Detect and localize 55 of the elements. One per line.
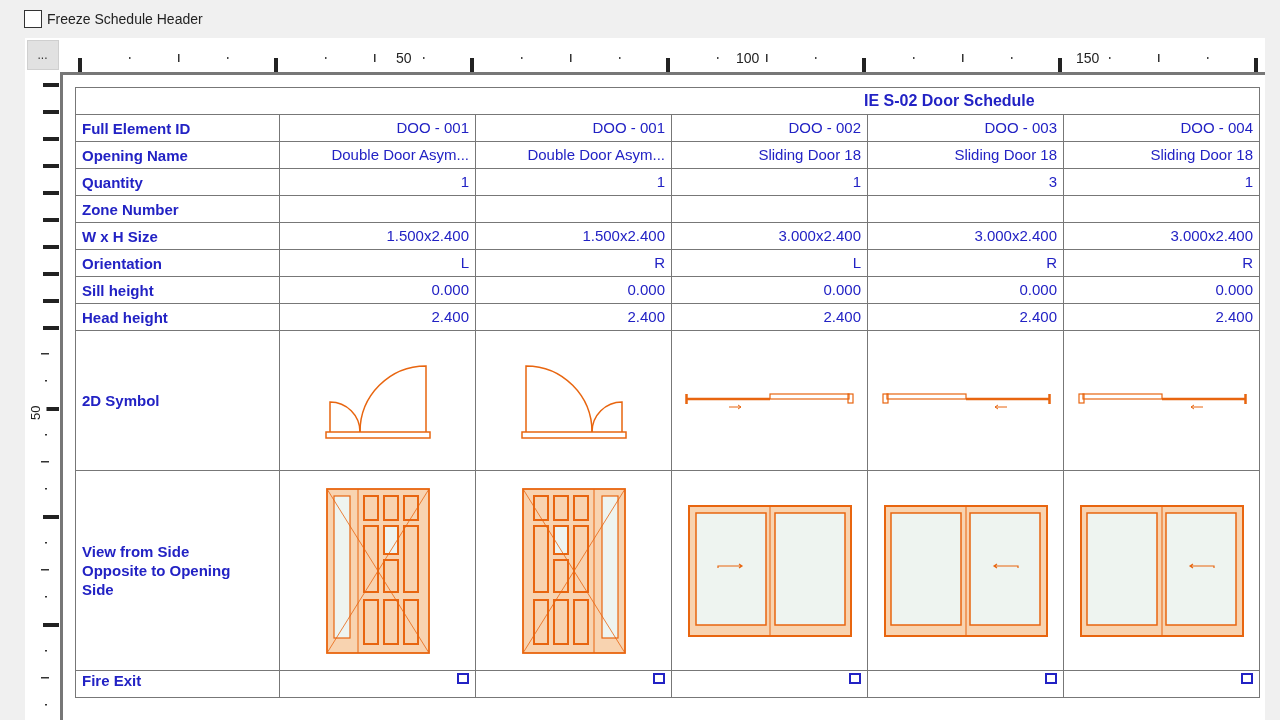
row-label: Orientation (75, 249, 280, 277)
table-cell: 2.400 (1063, 303, 1260, 331)
table-cell: 1 (279, 168, 476, 196)
table-cell: Double Door Asym... (475, 141, 672, 169)
row-label: View from Side Opposite to Opening Side (75, 470, 280, 671)
row-label: Sill height (75, 276, 280, 304)
checkbox-label: Freeze Schedule Header (47, 9, 203, 29)
row-label: Opening Name (75, 141, 280, 169)
row-label: Full Element ID (75, 114, 280, 142)
checkbox[interactable] (24, 10, 42, 28)
table-cell: 0.000 (671, 276, 868, 304)
table-cell: 0.000 (279, 276, 476, 304)
ruler-options-button[interactable]: ... (26, 40, 59, 70)
table-cell: L (279, 249, 476, 277)
table-cell: R (1063, 249, 1260, 277)
table-cell: 2.400 (279, 303, 476, 331)
table-cell: 1 (475, 168, 672, 196)
table-cell: 1.500x2.400 (279, 222, 476, 250)
checkbox[interactable] (457, 673, 469, 684)
table-cell: 1.500x2.400 (475, 222, 672, 250)
table-cell: DOO - 003 (867, 114, 1064, 142)
table-cell: 1 (1063, 168, 1260, 196)
table-cell: Double Door Asym... (279, 141, 476, 169)
row-label: Head height (75, 303, 280, 331)
row-label: 2D Symbol (75, 330, 280, 471)
row-label: Zone Number (75, 195, 280, 223)
checkbox[interactable] (653, 673, 665, 684)
row-label: Fire Exit (75, 670, 280, 698)
table-cell: 3 (867, 168, 1064, 196)
table-cell: 0.000 (475, 276, 672, 304)
table-cell: DOO - 004 (1063, 114, 1260, 142)
row-label: Quantity (75, 168, 280, 196)
checkbox[interactable] (1045, 673, 1057, 684)
table-cell: DOO - 001 (475, 114, 672, 142)
table-cell: R (867, 249, 1064, 277)
table-cell: R (475, 249, 672, 277)
table-cell: 0.000 (1063, 276, 1260, 304)
row-label: W x H Size (75, 222, 280, 250)
table-cell: Sliding Door 18 (1063, 141, 1260, 169)
table-cell: 1 (671, 168, 868, 196)
table-cell: DOO - 002 (671, 114, 868, 142)
checkbox[interactable] (849, 673, 861, 684)
checkbox[interactable] (1241, 673, 1253, 684)
table-cell: L (671, 249, 868, 277)
table-cell: 3.000x2.400 (671, 222, 868, 250)
table-cell: 2.400 (867, 303, 1064, 331)
schedule-title: IE S-02 Door Schedule (75, 87, 1260, 115)
table-cell: 0.000 (867, 276, 1064, 304)
table-cell: Sliding Door 18 (671, 141, 868, 169)
table-cell: Sliding Door 18 (867, 141, 1064, 169)
table-cell: 2.400 (475, 303, 672, 331)
table-cell: 2.400 (671, 303, 868, 331)
table-cell: 3.000x2.400 (867, 222, 1064, 250)
table-cell: DOO - 001 (279, 114, 476, 142)
table-cell: 3.000x2.400 (1063, 222, 1260, 250)
